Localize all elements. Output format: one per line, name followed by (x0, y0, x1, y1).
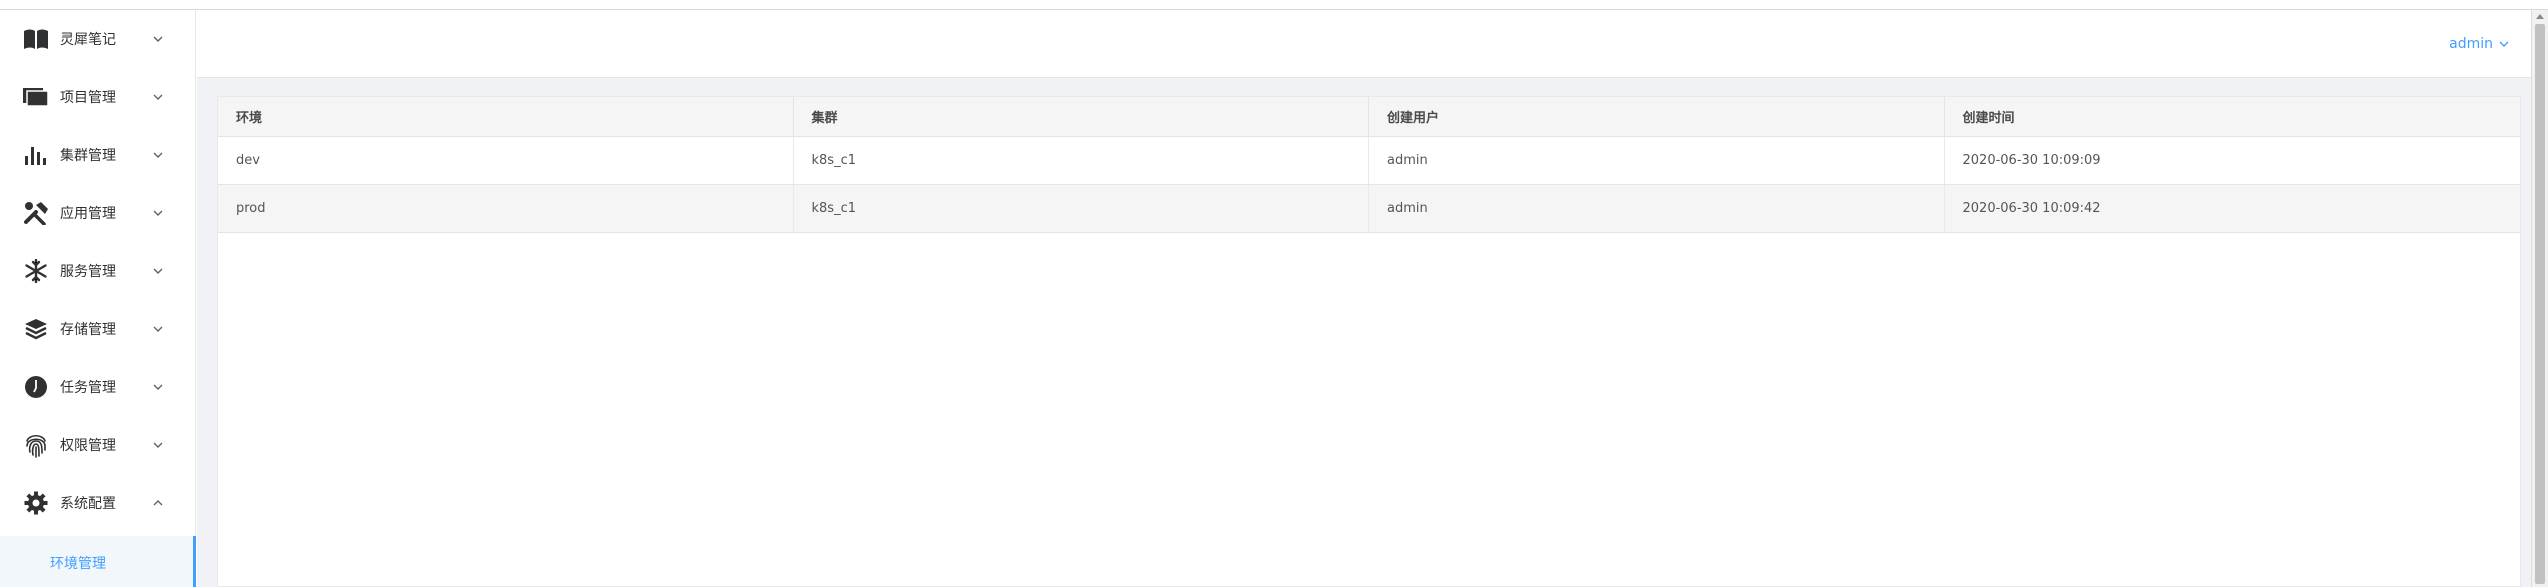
sidebar-item-label: 服务管理 (60, 264, 116, 280)
sidebar-item-label: 集群管理 (60, 148, 116, 164)
sidebar-item-apps[interactable]: 应用管理 (0, 184, 195, 242)
sidebar-item-label: 系统配置 (60, 496, 116, 512)
sidebar-item-label: 项目管理 (60, 90, 116, 106)
sidebar-item-label: 存储管理 (60, 322, 116, 338)
cell-cluster: k8s_c1 (794, 185, 1369, 232)
chevron-down-icon (152, 323, 164, 335)
sidebar-item-label: 应用管理 (60, 206, 116, 222)
cell-created-by: admin (1369, 137, 1945, 184)
chevron-down-icon (152, 33, 164, 45)
cell-environment: prod (218, 185, 794, 232)
tools-icon (22, 199, 50, 227)
sidebar-subitem-label: 环境管理 (50, 556, 106, 572)
clock-icon (22, 373, 50, 401)
chevron-down-icon (152, 91, 164, 103)
vertical-scrollbar[interactable] (2531, 10, 2548, 587)
chevron-down-icon (152, 207, 164, 219)
bar-chart-icon (22, 141, 50, 169)
scroll-up-arrow-icon[interactable] (2536, 14, 2544, 19)
sidebar-item-notes[interactable]: 灵犀笔记 (0, 10, 195, 68)
scrollbar-thumb[interactable] (2535, 24, 2545, 584)
sidebar-item-tasks[interactable]: 任务管理 (0, 358, 195, 416)
table-row[interactable]: dev k8s_c1 admin 2020-06-30 10:09:09 (218, 137, 2520, 185)
sidebar-item-label: 任务管理 (60, 380, 116, 396)
snowflake-icon (22, 257, 50, 285)
cell-environment: dev (218, 137, 794, 184)
environment-table: 环境 集群 创建用户 创建时间 dev k8s_c1 admin 2020-06… (218, 97, 2520, 233)
cell-cluster: k8s_c1 (794, 137, 1369, 184)
sidebar-item-permissions[interactable]: 权限管理 (0, 416, 195, 474)
layers-icon (22, 315, 50, 343)
user-name: admin (2449, 36, 2493, 52)
column-header-created-by[interactable]: 创建用户 (1369, 97, 1945, 136)
chevron-down-icon (2499, 39, 2509, 49)
top-header: admin (197, 10, 2531, 78)
table-header-row: 环境 集群 创建用户 创建时间 (218, 97, 2520, 137)
sidebar-item-clusters[interactable]: 集群管理 (0, 126, 195, 184)
chevron-down-icon (152, 381, 164, 393)
cell-created-by: admin (1369, 185, 1945, 232)
fingerprint-icon (22, 431, 50, 459)
cell-created-at: 2020-06-30 10:09:09 (1962, 153, 2101, 168)
column-header-created-at[interactable]: 创建时间 (1945, 97, 2521, 136)
chevron-down-icon (152, 265, 164, 277)
table-row[interactable]: prod k8s_c1 admin 2020-06-30 10:09:42 (218, 185, 2520, 233)
book-icon (22, 25, 50, 53)
column-header-cluster[interactable]: 集群 (794, 97, 1369, 136)
chevron-down-icon (152, 149, 164, 161)
browser-top-strip (0, 0, 2548, 10)
sidebar-item-system-config[interactable]: 系统配置 (0, 474, 195, 532)
column-header-environment[interactable]: 环境 (218, 97, 794, 136)
gear-icon (22, 489, 50, 517)
sidebar-subitem-environments[interactable]: 环境管理 (0, 536, 196, 587)
environment-table-panel: 环境 集群 创建用户 创建时间 dev k8s_c1 admin 2020-06… (217, 96, 2521, 587)
sidebar-item-services[interactable]: 服务管理 (0, 242, 195, 300)
sidebar-item-storage[interactable]: 存储管理 (0, 300, 195, 358)
folder-icon (22, 83, 50, 111)
sidebar-item-label: 灵犀笔记 (60, 32, 116, 48)
sidebar-item-projects[interactable]: 项目管理 (0, 68, 195, 126)
user-menu[interactable]: admin (2449, 36, 2509, 52)
main-content: 环境 集群 创建用户 创建时间 dev k8s_c1 admin 2020-06… (197, 78, 2531, 587)
cell-created-at: 2020-06-30 10:09:42 (1962, 201, 2101, 216)
chevron-down-icon (152, 439, 164, 451)
chevron-up-icon (152, 497, 164, 509)
sidebar: 灵犀笔记 项目管理 集群管理 应用管理 服务管理 存储管理 任务管理 权限管理 … (0, 10, 196, 587)
sidebar-item-label: 权限管理 (60, 438, 116, 454)
